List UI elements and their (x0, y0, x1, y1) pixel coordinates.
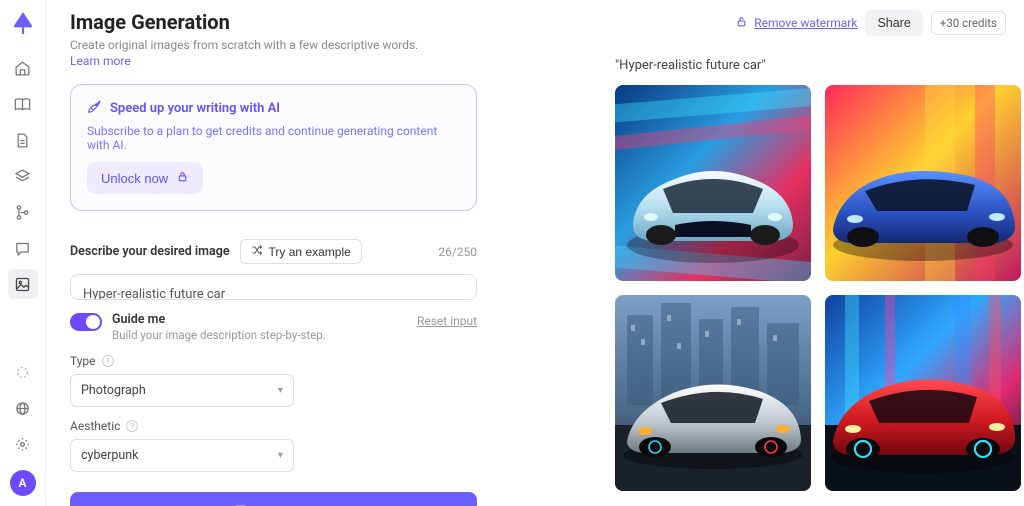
nav-globe-icon[interactable] (8, 393, 38, 423)
nav-document-icon[interactable] (8, 125, 38, 155)
result-image-3[interactable] (615, 295, 811, 491)
rocket-icon (87, 99, 102, 118)
nav-branch-icon[interactable] (8, 197, 38, 227)
nav-layers-icon[interactable] (8, 161, 38, 191)
generate-button[interactable]: Generate (70, 492, 477, 506)
promo-title-text: Speed up your writing with AI (110, 101, 280, 116)
remove-watermark-link[interactable]: Remove watermark (735, 15, 857, 31)
try-example-button[interactable]: Try an example (240, 239, 362, 264)
sidebar: A (0, 0, 46, 506)
shuffle-icon (251, 244, 263, 259)
right-panel: Remove watermark Share +30 credits "Hype… (501, 0, 1024, 506)
result-caption: "Hyper-realistic future car" (615, 58, 1006, 73)
left-panel: Image Generation Create original images … (46, 0, 501, 506)
try-example-label: Try an example (269, 245, 351, 259)
remove-watermark-label: Remove watermark (754, 16, 857, 30)
describe-label: Describe your desired image (70, 244, 230, 259)
nav-image-icon[interactable] (8, 269, 38, 299)
chevron-down-icon: ▾ (278, 385, 283, 396)
nav-chat-icon[interactable] (8, 233, 38, 263)
result-image-1[interactable] (615, 85, 811, 281)
nav-color-icon[interactable] (8, 357, 38, 387)
result-image-2[interactable] (825, 85, 1021, 281)
type-selected: Photograph (81, 383, 146, 398)
guide-me-toggle[interactable] (70, 313, 102, 331)
share-button[interactable]: Share (865, 10, 922, 36)
aesthetic-select[interactable]: cyberpunk ▾ (70, 439, 294, 472)
promo-description: Subscribe to a plan to get credits and c… (87, 124, 460, 152)
type-select[interactable]: Photograph ▾ (70, 374, 294, 407)
unlock-icon (735, 15, 748, 31)
nav-book-icon[interactable] (8, 89, 38, 119)
promo-banner: Speed up your writing with AI Subscribe … (70, 84, 477, 211)
app-logo (10, 10, 36, 36)
char-count: 26/250 (438, 245, 477, 259)
reset-input-link[interactable]: Reset input (417, 314, 477, 328)
prompt-input[interactable] (70, 274, 477, 300)
unlock-button[interactable]: Unlock now (87, 162, 203, 194)
nav-home-icon[interactable] (8, 53, 38, 83)
nav-settings-icon[interactable] (8, 429, 38, 459)
type-label: Type (70, 354, 96, 368)
results-grid (615, 85, 1006, 491)
avatar[interactable]: A (10, 470, 36, 496)
guide-me-description: Build your image description step-by-ste… (112, 328, 407, 342)
promo-title: Speed up your writing with AI (87, 99, 460, 118)
help-icon[interactable]: ? (102, 355, 114, 367)
learn-more-link[interactable]: Learn more (70, 54, 477, 68)
credits-badge: +30 credits (931, 11, 1006, 35)
result-image-4[interactable] (825, 295, 1021, 491)
page-subtitle: Create original images from scratch with… (70, 38, 477, 52)
help-icon[interactable]: ? (126, 420, 138, 432)
chevron-down-icon: ▾ (278, 450, 283, 461)
aesthetic-selected: cyberpunk (81, 448, 139, 463)
aesthetic-label: Aesthetic (70, 419, 120, 433)
unlock-label: Unlock now (101, 171, 168, 186)
page-title: Image Generation (70, 10, 477, 34)
guide-me-label: Guide me (112, 312, 407, 327)
lock-icon (176, 170, 189, 186)
